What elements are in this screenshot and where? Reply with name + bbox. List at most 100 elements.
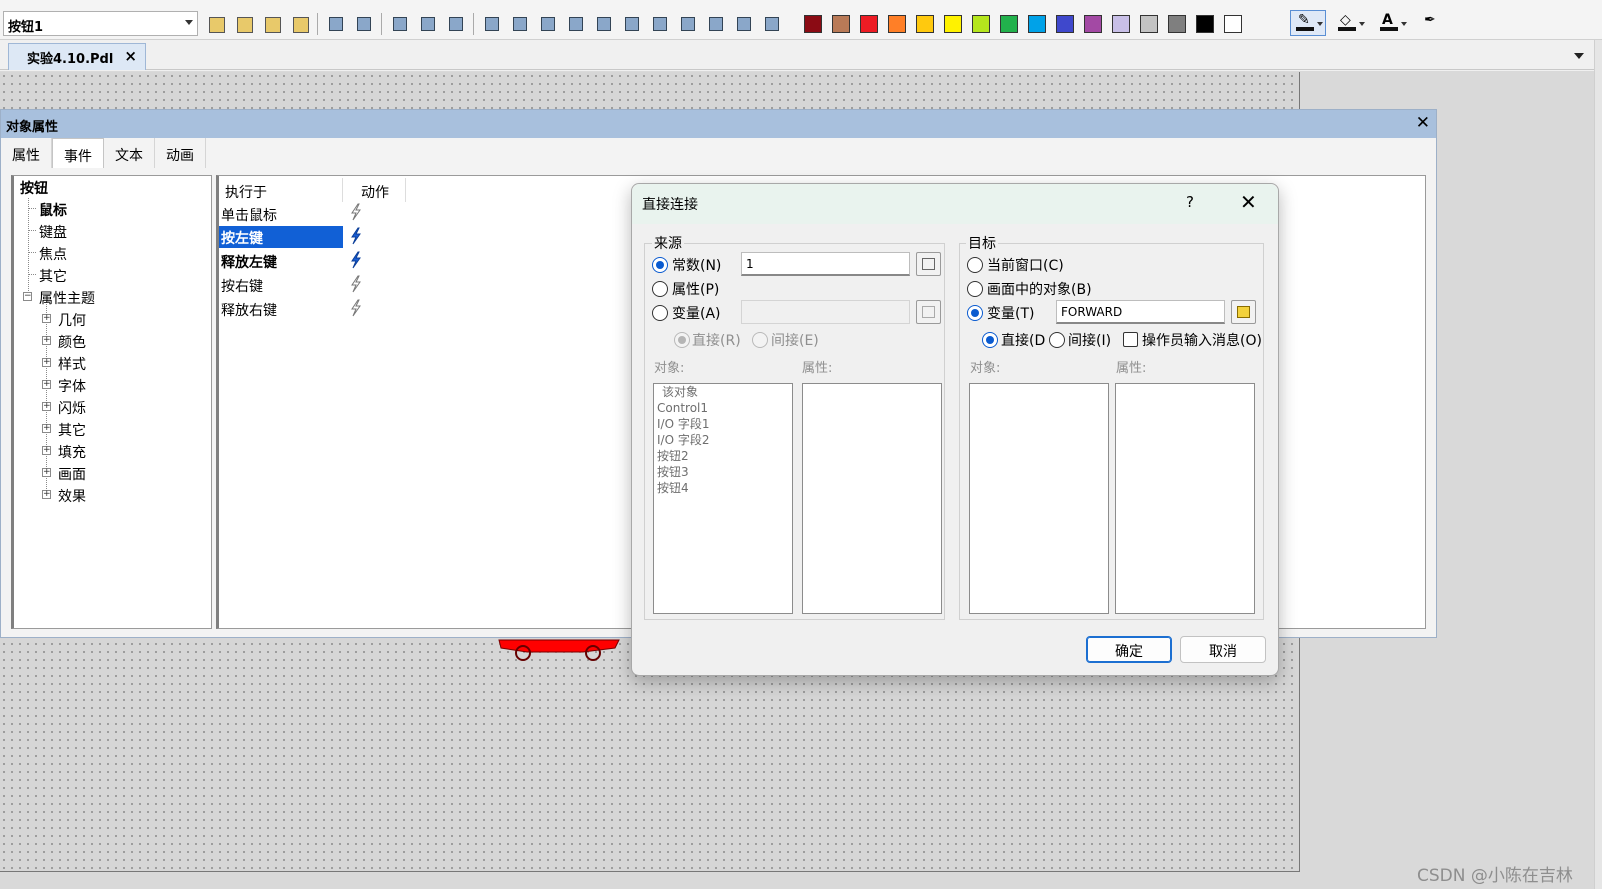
- color-swatch[interactable]: [1000, 15, 1018, 33]
- layer-front-icon[interactable]: [205, 13, 227, 35]
- tree-root-button[interactable]: 按钮: [20, 178, 48, 198]
- align-bottom-icon[interactable]: [565, 13, 587, 35]
- lightning-icon[interactable]: [349, 227, 363, 245]
- tree-item-color[interactable]: 颜色: [58, 332, 86, 352]
- fill-color-tool[interactable]: ◇: [1332, 10, 1368, 36]
- tree-item-focus[interactable]: 焦点: [39, 244, 67, 264]
- target-indirect-radio[interactable]: [1049, 332, 1065, 348]
- flip-vertical-icon[interactable]: [417, 13, 439, 35]
- list-item[interactable]: I/O 字段1: [654, 416, 792, 432]
- target-variable-radio[interactable]: [967, 305, 983, 321]
- color-swatch[interactable]: [1224, 15, 1242, 33]
- list-item[interactable]: 该对象: [654, 384, 792, 400]
- color-swatch[interactable]: [1028, 15, 1046, 33]
- event-row-left-release[interactable]: 释放左键: [219, 250, 343, 272]
- source-properties-list[interactable]: [802, 383, 942, 614]
- target-properties-list[interactable]: [1115, 383, 1255, 614]
- tree-item-misc[interactable]: 其它: [58, 420, 86, 440]
- list-item[interactable]: I/O 字段2: [654, 432, 792, 448]
- expand-icon[interactable]: +: [42, 314, 51, 323]
- event-row-left-press[interactable]: 按左键: [219, 226, 343, 248]
- unlink-icon[interactable]: [353, 13, 375, 35]
- same-height-icon[interactable]: [733, 13, 755, 35]
- flip-horizontal-icon[interactable]: [389, 13, 411, 35]
- help-icon[interactable]: ?: [1186, 193, 1194, 211]
- align-left-icon[interactable]: [481, 13, 503, 35]
- line-color-tool[interactable]: ✎: [1290, 10, 1326, 36]
- color-swatch[interactable]: [1140, 15, 1158, 33]
- lightning-icon[interactable]: [349, 299, 363, 317]
- same-width-icon[interactable]: [705, 13, 727, 35]
- align-top-icon[interactable]: [537, 13, 559, 35]
- tab-events[interactable]: 事件: [52, 138, 104, 168]
- text-color-tool[interactable]: A: [1374, 10, 1410, 36]
- bring-forward-icon[interactable]: [261, 13, 283, 35]
- vehicle-graphic[interactable]: [497, 638, 621, 662]
- column-header-action[interactable]: 动作: [343, 178, 406, 202]
- expand-icon[interactable]: +: [42, 446, 51, 455]
- color-swatch[interactable]: [944, 15, 962, 33]
- chevron-down-icon[interactable]: [1401, 22, 1407, 26]
- expand-icon[interactable]: +: [42, 358, 51, 367]
- center-horizontal-icon[interactable]: [621, 13, 643, 35]
- expand-icon[interactable]: +: [42, 468, 51, 477]
- tree-item-picture[interactable]: 画面: [58, 464, 86, 484]
- color-swatch[interactable]: [1112, 15, 1130, 33]
- vertical-scrollbar[interactable]: [1594, 40, 1602, 889]
- column-header-executed-on[interactable]: 执行于: [219, 178, 343, 202]
- tab-text[interactable]: 文本: [104, 138, 155, 168]
- expand-icon[interactable]: +: [42, 490, 51, 499]
- tab-properties[interactable]: 属性: [1, 138, 52, 168]
- eyedropper-tool[interactable]: ✒: [1416, 10, 1452, 36]
- object-selector[interactable]: 按钮1: [3, 11, 198, 36]
- close-icon[interactable]: ✕: [1240, 190, 1257, 214]
- chevron-down-icon[interactable]: [1359, 22, 1365, 26]
- color-swatch[interactable]: [1168, 15, 1186, 33]
- distribute-horizontal-icon[interactable]: [649, 13, 671, 35]
- tree-item-other[interactable]: 其它: [39, 266, 67, 286]
- document-tab[interactable]: 实验4.10.Pdl ×: [8, 43, 146, 70]
- color-swatch[interactable]: [860, 15, 878, 33]
- event-row-right-press[interactable]: 按右键: [219, 274, 343, 296]
- expand-icon[interactable]: +: [42, 336, 51, 345]
- color-swatch[interactable]: [916, 15, 934, 33]
- color-swatch[interactable]: [1056, 15, 1074, 33]
- expand-icon[interactable]: +: [42, 424, 51, 433]
- list-item[interactable]: 按钮2: [654, 448, 792, 464]
- lightning-icon[interactable]: [349, 275, 363, 293]
- source-variable-radio[interactable]: [652, 305, 668, 321]
- collapse-icon[interactable]: −: [23, 292, 32, 301]
- link-icon[interactable]: [325, 13, 347, 35]
- color-swatch[interactable]: [1084, 15, 1102, 33]
- operator-input-checkbox[interactable]: [1123, 332, 1138, 347]
- close-icon[interactable]: ✕: [1416, 113, 1430, 133]
- list-item[interactable]: Control1: [654, 400, 792, 416]
- tree-item-property-topics[interactable]: 属性主题: [39, 288, 95, 308]
- event-row-right-release[interactable]: 释放右键: [219, 298, 343, 320]
- color-swatch[interactable]: [888, 15, 906, 33]
- expand-icon[interactable]: +: [42, 402, 51, 411]
- rotate-icon[interactable]: [445, 13, 467, 35]
- send-backward-icon[interactable]: [289, 13, 311, 35]
- color-swatch[interactable]: [1196, 15, 1214, 33]
- target-variable-browse-button[interactable]: [1231, 300, 1256, 324]
- target-direct-radio[interactable]: [982, 332, 998, 348]
- object-in-picture-radio[interactable]: [967, 281, 983, 297]
- constant-browse-button[interactable]: [916, 252, 941, 276]
- target-objects-list[interactable]: [969, 383, 1109, 614]
- tree-item-style[interactable]: 样式: [58, 354, 86, 374]
- current-window-radio[interactable]: [967, 257, 983, 273]
- align-right-icon[interactable]: [509, 13, 531, 35]
- tree-item-font[interactable]: 字体: [58, 376, 86, 396]
- color-swatch[interactable]: [832, 15, 850, 33]
- color-swatch[interactable]: [804, 15, 822, 33]
- lightning-icon[interactable]: [349, 203, 363, 221]
- tree-item-keyboard[interactable]: 键盘: [39, 222, 67, 242]
- same-size-icon[interactable]: [761, 13, 783, 35]
- tab-animation[interactable]: 动画: [155, 138, 206, 168]
- tree-item-geometry[interactable]: 几何: [58, 310, 86, 330]
- list-item[interactable]: 按钮3: [654, 464, 792, 480]
- constant-value-field[interactable]: 1: [741, 252, 910, 276]
- tab-list-dropdown-icon[interactable]: [1574, 53, 1584, 59]
- ok-button[interactable]: 确定: [1086, 636, 1172, 663]
